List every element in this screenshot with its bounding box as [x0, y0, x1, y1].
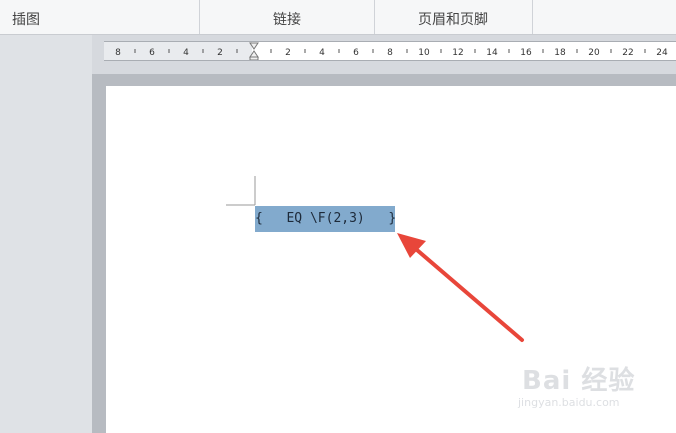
ribbon-group-illustrations[interactable]: 插图: [0, 0, 200, 34]
workspace-left-strip: [0, 35, 92, 433]
ruler-label: 18: [554, 48, 566, 58]
ruler-label: 12: [452, 48, 463, 58]
field-brace-open: {: [255, 211, 263, 226]
baidu-jingyan-watermark: Bai 经验 jingyan.baidu.com: [518, 360, 676, 420]
watermark-site: jingyan.baidu.com: [518, 396, 620, 409]
ruler-label: 6: [149, 48, 155, 58]
ruler-label: 8: [387, 48, 393, 58]
ruler-label: 8: [115, 48, 121, 58]
indent-marker-icon[interactable]: [249, 42, 259, 60]
ruler-label: 10: [418, 48, 430, 58]
ruler-label: 4: [319, 48, 325, 58]
field-code-text: EQ \F(2,3): [286, 211, 365, 226]
ruler-label: 22: [622, 48, 633, 58]
ruler-label: 16: [520, 48, 532, 58]
equation-field-code[interactable]: { EQ \F(2,3) }: [255, 206, 397, 232]
ruler-label: 4: [183, 48, 189, 58]
ruler-label: 2: [217, 48, 223, 58]
ruler-scale: 8 6 4 2 2 4 6 8 10 12 14 16 18 20 22 24: [115, 42, 668, 60]
ribbon-group-header-footer[interactable]: 页眉和页脚: [374, 0, 533, 34]
ribbon-group-links[interactable]: 链接: [200, 0, 375, 34]
watermark-brand: Bai 经验: [522, 366, 636, 396]
horizontal-ruler[interactable]: 8 6 4 2 2 4 6 8 10 12 14 16 18 20 22 24: [104, 41, 676, 61]
ruler-label: 24: [656, 48, 668, 58]
ruler-label: 6: [353, 48, 359, 58]
ruler-label: 14: [486, 48, 498, 58]
ruler-label: 20: [588, 48, 600, 58]
ribbon-group-labels: 插图 链接 页眉和页脚: [0, 0, 676, 35]
field-brace-close: }: [388, 211, 397, 226]
ruler-label: 2: [285, 48, 291, 58]
